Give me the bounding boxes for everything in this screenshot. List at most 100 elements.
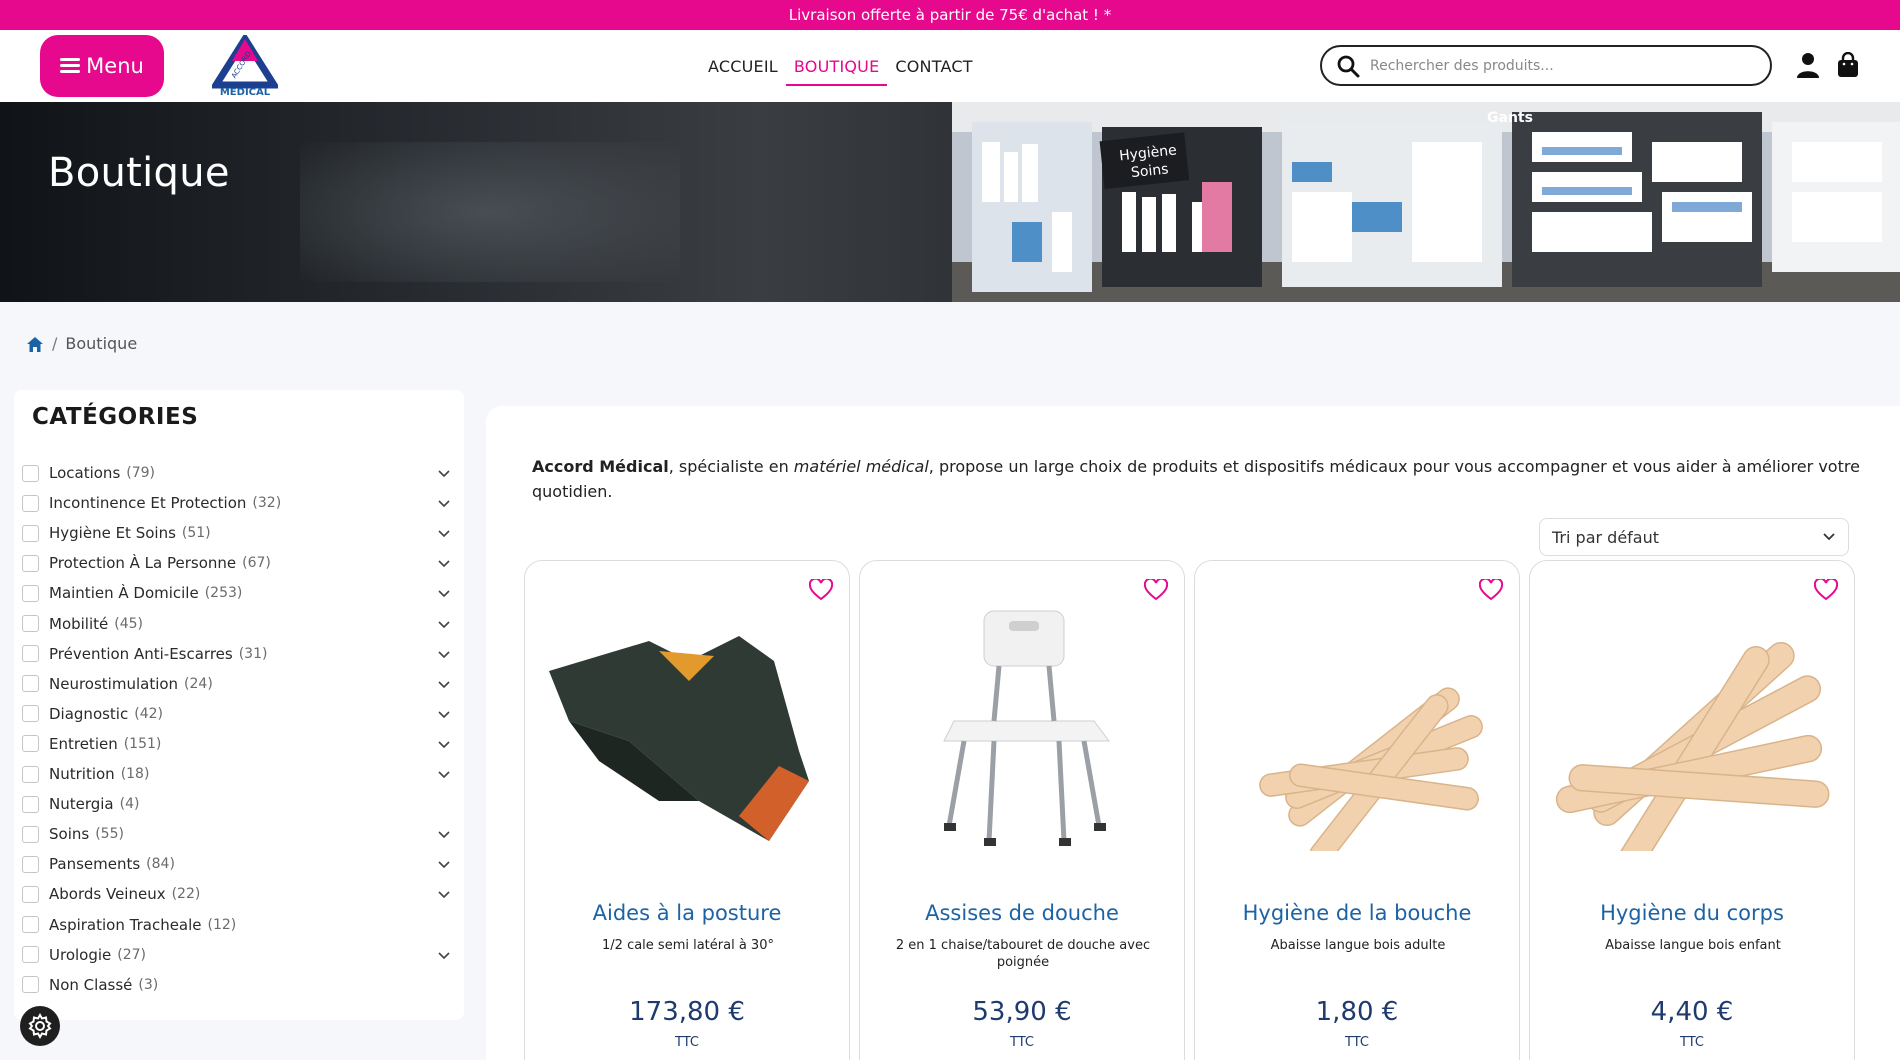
category-label[interactable]: Mobilité <box>49 615 108 633</box>
category-item[interactable]: Nutrition (18) <box>22 763 462 785</box>
category-item[interactable]: Maintien À Domicile (253) <box>22 582 462 604</box>
chevron-down-icon[interactable] <box>436 766 452 782</box>
heart-icon[interactable] <box>1479 579 1503 601</box>
category-count: (4) <box>119 796 140 813</box>
heart-icon[interactable] <box>1144 579 1168 601</box>
category-label[interactable]: Urologie <box>49 946 111 964</box>
nav-contact[interactable]: CONTACT <box>887 30 980 102</box>
chevron-down-icon[interactable] <box>436 616 452 632</box>
category-item[interactable]: Abords Veineux (22) <box>22 883 462 905</box>
category-label[interactable]: Entretien <box>49 735 118 753</box>
product-name[interactable]: Hygiène du corps <box>1530 901 1854 925</box>
chevron-down-icon[interactable] <box>436 676 452 692</box>
chevron-down-icon[interactable] <box>436 856 452 872</box>
category-label[interactable]: Abords Veineux <box>49 885 166 903</box>
category-checkbox[interactable] <box>22 885 39 903</box>
product-name[interactable]: Hygiène de la bouche <box>1195 901 1519 925</box>
price-tax-label: TTC <box>675 1035 699 1050</box>
product-card[interactable]: Aides à la posture 1/2 cale semi latéral… <box>524 560 850 1060</box>
chevron-down-icon[interactable] <box>436 736 452 752</box>
category-checkbox[interactable] <box>22 645 39 663</box>
category-checkbox[interactable] <box>22 675 39 693</box>
category-item[interactable]: Aspiration Tracheale (12) <box>22 914 462 936</box>
product-image[interactable] <box>539 601 835 851</box>
category-item[interactable]: Prévention Anti-Escarres (31) <box>22 643 462 665</box>
category-label[interactable]: Diagnostic <box>49 705 128 723</box>
category-checkbox[interactable] <box>22 705 39 723</box>
category-label[interactable]: Incontinence Et Protection <box>49 494 246 512</box>
cookie-settings-button[interactable] <box>20 1006 60 1046</box>
category-item[interactable]: Mobilité (45) <box>22 613 462 635</box>
category-item[interactable]: Locations (79) <box>22 462 462 484</box>
category-label[interactable]: Pansements <box>49 855 140 873</box>
category-label[interactable]: Soins <box>49 825 89 843</box>
category-checkbox[interactable] <box>22 795 39 813</box>
nav-boutique[interactable]: BOUTIQUE <box>785 30 888 102</box>
chevron-down-icon[interactable] <box>436 706 452 722</box>
category-item[interactable]: Entretien (151) <box>22 733 462 755</box>
category-checkbox[interactable] <box>22 554 39 572</box>
heart-icon[interactable] <box>809 579 833 601</box>
chevron-down-icon[interactable] <box>436 495 452 511</box>
product-price: 1,80 € <box>1315 997 1399 1027</box>
category-item[interactable]: Diagnostic (42) <box>22 703 462 725</box>
category-checkbox[interactable] <box>22 584 39 602</box>
heart-icon[interactable] <box>1814 579 1838 601</box>
category-item[interactable]: Nutergia (4) <box>22 793 462 815</box>
home-icon[interactable] <box>26 335 44 353</box>
category-label[interactable]: Hygiène Et Soins <box>49 524 176 542</box>
chevron-down-icon[interactable] <box>436 826 452 842</box>
search-input[interactable] <box>1370 57 1750 74</box>
shopping-bag-icon[interactable] <box>1833 50 1863 80</box>
category-label[interactable]: Neurostimulation <box>49 675 178 693</box>
category-checkbox[interactable] <box>22 524 39 542</box>
category-checkbox[interactable] <box>22 976 39 994</box>
category-item[interactable]: Soins (55) <box>22 823 462 845</box>
category-checkbox[interactable] <box>22 735 39 753</box>
category-item[interactable]: Urologie (27) <box>22 944 462 966</box>
product-card[interactable]: Assises de douche 2 en 1 chaise/tabouret… <box>859 560 1185 1060</box>
nav-accueil[interactable]: ACCUEIL <box>700 30 786 102</box>
category-checkbox[interactable] <box>22 946 39 964</box>
category-checkbox[interactable] <box>22 765 39 783</box>
category-item[interactable]: Non Classé (3) <box>22 974 462 996</box>
category-label[interactable]: Nutrition <box>49 765 115 783</box>
product-name[interactable]: Aides à la posture <box>525 901 849 925</box>
product-image[interactable] <box>1544 601 1840 851</box>
category-checkbox[interactable] <box>22 494 39 512</box>
category-item[interactable]: Incontinence Et Protection (32) <box>22 492 462 514</box>
product-image[interactable] <box>874 601 1170 851</box>
category-label[interactable]: Maintien À Domicile <box>49 584 199 602</box>
category-item[interactable]: Hygiène Et Soins (51) <box>22 522 462 544</box>
category-label[interactable]: Non Classé <box>49 976 132 994</box>
chevron-down-icon[interactable] <box>436 646 452 662</box>
chevron-down-icon[interactable] <box>436 525 452 541</box>
product-image[interactable] <box>1209 601 1505 851</box>
category-item[interactable]: Protection À La Personne (67) <box>22 552 462 574</box>
category-label[interactable]: Locations <box>49 464 120 482</box>
category-checkbox[interactable] <box>22 825 39 843</box>
category-item[interactable]: Neurostimulation (24) <box>22 673 462 695</box>
search-icon[interactable] <box>1336 54 1360 78</box>
user-icon[interactable] <box>1793 50 1823 80</box>
category-item[interactable]: Pansements (84) <box>22 853 462 875</box>
accord-medical-logo[interactable]: ACCORD MEDICAL <box>212 35 278 97</box>
category-label[interactable]: Nutergia <box>49 795 114 813</box>
sort-select[interactable]: Tri par défaut <box>1539 518 1849 556</box>
category-label[interactable]: Protection À La Personne <box>49 554 236 572</box>
chevron-down-icon[interactable] <box>436 886 452 902</box>
product-name[interactable]: Assises de douche <box>860 901 1184 925</box>
category-checkbox[interactable] <box>22 855 39 873</box>
chevron-down-icon[interactable] <box>436 947 452 963</box>
chevron-down-icon[interactable] <box>436 555 452 571</box>
category-label[interactable]: Prévention Anti-Escarres <box>49 645 233 663</box>
category-label[interactable]: Aspiration Tracheale <box>49 916 202 934</box>
category-checkbox[interactable] <box>22 615 39 632</box>
menu-button[interactable]: Menu <box>40 35 164 97</box>
product-card[interactable]: Hygiène du corps Abaisse langue bois enf… <box>1529 560 1855 1060</box>
chevron-down-icon[interactable] <box>436 465 452 481</box>
category-checkbox[interactable] <box>22 464 39 482</box>
chevron-down-icon[interactable] <box>436 585 452 601</box>
category-checkbox[interactable] <box>22 916 39 933</box>
product-card[interactable]: Hygiène de la bouche Abaisse langue bois… <box>1194 560 1520 1060</box>
